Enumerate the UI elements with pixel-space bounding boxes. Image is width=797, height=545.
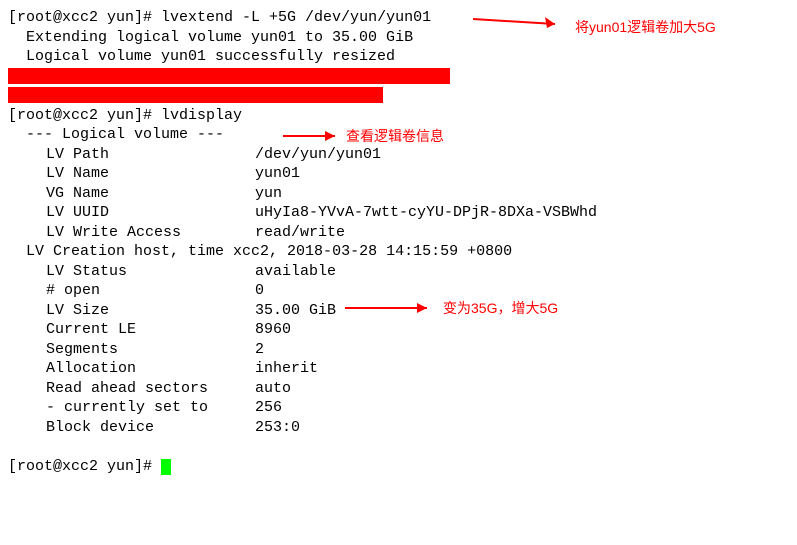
output-resized: Logical volume yun01 successfully resize…: [8, 47, 789, 67]
lv-segments-label: Segments: [8, 340, 255, 360]
lv-readahead-value: auto: [255, 379, 789, 399]
arrow-icon: [345, 300, 435, 316]
vg-name-label: VG Name: [8, 184, 255, 204]
lv-currently-label: - currently set to: [8, 398, 255, 418]
lv-open-row: # open0: [8, 281, 789, 301]
lv-le-row: Current LE8960: [8, 320, 789, 340]
redacted-block: [8, 87, 383, 103]
lv-status-row: LV Statusavailable: [8, 262, 789, 282]
lv-open-value: 0: [255, 281, 789, 301]
command-lvdisplay: lvdisplay: [161, 107, 242, 124]
redacted-block: [8, 68, 450, 84]
lv-path-row: LV Path/dev/yun/yun01: [8, 145, 789, 165]
blank-line: [8, 437, 789, 457]
arrow-icon: [283, 128, 343, 144]
lv-size-label: LV Size: [8, 301, 255, 321]
lv-path-value: /dev/yun/yun01: [255, 145, 789, 165]
lv-creation-label: LV Creation host, time: [8, 243, 233, 260]
prompt: [root@xcc2 yun]#: [8, 9, 161, 26]
lv-path-label: LV Path: [8, 145, 255, 165]
annotation-1: 将yun01逻辑卷加大5G: [575, 18, 716, 36]
lv-uuid-value: uHyIa8-YVvA-7wtt-cyYU-DPjR-8DXa-VSBWhd: [255, 203, 789, 223]
cursor-icon: [161, 459, 171, 475]
lv-access-row: LV Write Accessread/write: [8, 223, 789, 243]
lv-le-label: Current LE: [8, 320, 255, 340]
lv-name-row: LV Nameyun01: [8, 164, 789, 184]
lv-segments-value: 2: [255, 340, 789, 360]
lv-uuid-label: LV UUID: [8, 203, 255, 223]
lv-readahead-label: Read ahead sectors: [8, 379, 255, 399]
lv-access-label: LV Write Access: [8, 223, 255, 243]
command-line-2: [root@xcc2 yun]# lvdisplay: [8, 106, 789, 126]
lv-alloc-value: inherit: [255, 359, 789, 379]
redacted-line-1: [8, 67, 789, 87]
prompt: [root@xcc2 yun]#: [8, 458, 161, 475]
lv-uuid-row: LV UUIDuHyIa8-YVvA-7wtt-cyYU-DPjR-8DXa-V…: [8, 203, 789, 223]
vg-name-row: VG Nameyun: [8, 184, 789, 204]
lv-status-value: available: [255, 262, 789, 282]
lv-alloc-row: Allocationinherit: [8, 359, 789, 379]
lv-name-value: yun01: [255, 164, 789, 184]
lv-open-label: # open: [8, 281, 255, 301]
lv-readahead-row: Read ahead sectorsauto: [8, 379, 789, 399]
annotation-2: 查看逻辑卷信息: [346, 127, 444, 145]
lv-creation-value: xcc2, 2018-03-28 14:15:59 +0800: [233, 243, 512, 260]
lv-name-label: LV Name: [8, 164, 255, 184]
command-lvextend: lvextend -L +5G /dev/yun/yun01: [161, 9, 431, 26]
prompt: [root@xcc2 yun]#: [8, 107, 161, 124]
lv-alloc-label: Allocation: [8, 359, 255, 379]
lv-block-row: Block device253:0: [8, 418, 789, 438]
lv-le-value: 8960: [255, 320, 789, 340]
lv-block-value: 253:0: [255, 418, 789, 438]
vg-name-value: yun: [255, 184, 789, 204]
lv-status-label: LV Status: [8, 262, 255, 282]
lv-currently-row: - currently set to256: [8, 398, 789, 418]
lv-creation-row: LV Creation host, time xcc2, 2018-03-28 …: [8, 242, 789, 262]
command-line-3[interactable]: [root@xcc2 yun]#: [8, 457, 789, 477]
redacted-line-2: [8, 86, 789, 106]
lv-access-value: read/write: [255, 223, 789, 243]
lv-block-label: Block device: [8, 418, 255, 438]
lv-segments-row: Segments2: [8, 340, 789, 360]
lv-currently-value: 256: [255, 398, 789, 418]
annotation-3: 变为35G，增大5G: [443, 299, 558, 317]
arrow-icon: [473, 10, 563, 28]
